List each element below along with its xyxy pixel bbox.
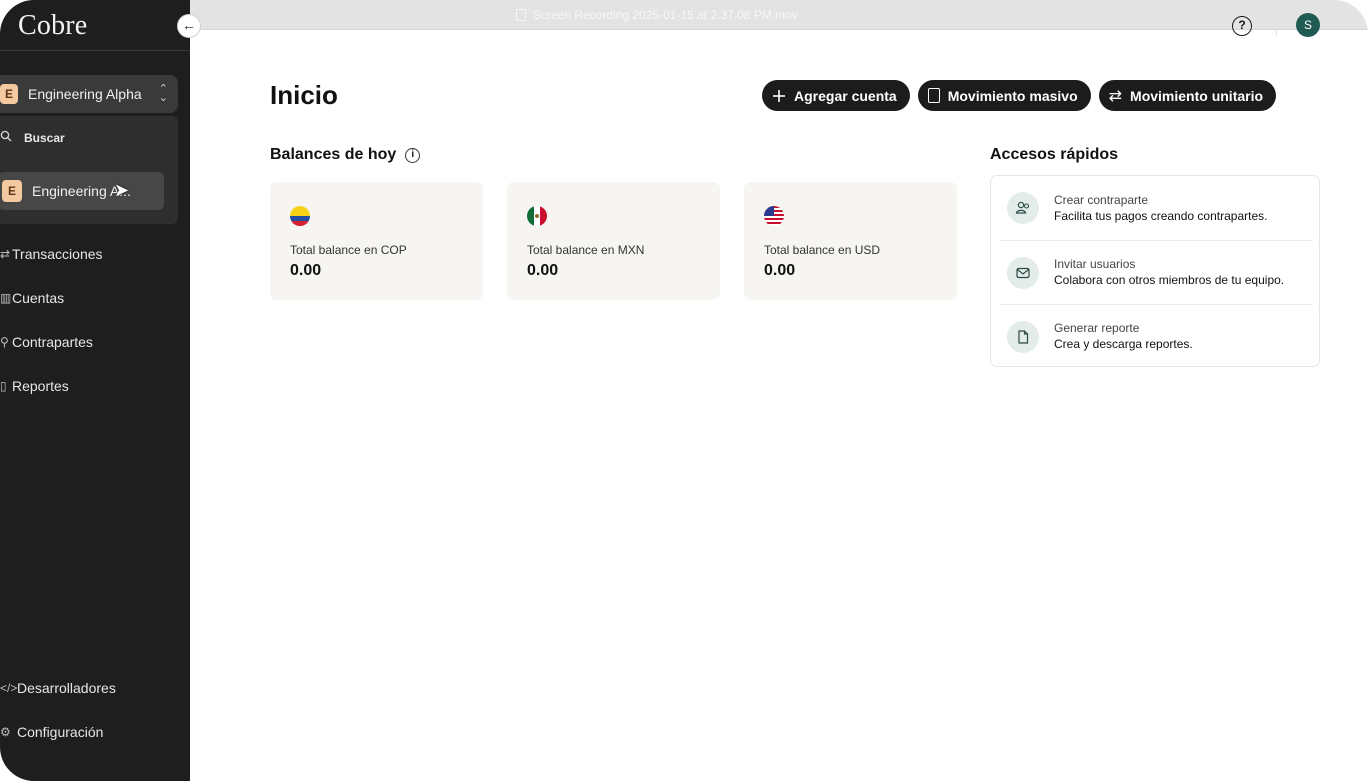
document-icon: [516, 9, 526, 21]
users-icon: ⚲: [0, 335, 9, 349]
balance-card-usd[interactable]: Total balance en USD 0.00: [744, 182, 957, 300]
workspace-badge: E: [0, 84, 18, 104]
balance-label: Total balance en USD: [764, 243, 881, 257]
quick-access-create-counterparty[interactable]: Crear contraparte Facilita tus pagos cre…: [999, 176, 1313, 240]
sidebar-nav: ⇄ Transacciones ▥ Cuentas ⚲ Contrapartes…: [0, 232, 190, 408]
single-movement-button[interactable]: ⇄ Movimiento unitario: [1098, 80, 1277, 111]
mouse-cursor-icon: ➤: [114, 180, 130, 200]
arrow-left-icon: ←: [182, 17, 196, 33]
sidebar: Cobre E Engineering Alpha ⌃ ⌄ Buscar E En…: [0, 0, 190, 781]
sidebar-item-configuracion[interactable]: ⚙ Configuración: [0, 710, 190, 754]
recording-title-bar: Screen Recording 2025-01-15 at 2.37.08 P…: [190, 0, 1368, 30]
arrows-icon: ⇄: [0, 247, 11, 261]
app-frame: Cobre E Engineering Alpha ⌃ ⌄ Buscar E En…: [0, 0, 1368, 781]
sidebar-item-label: Contrapartes: [12, 334, 93, 350]
brand-logo: Cobre: [18, 10, 88, 41]
add-account-button[interactable]: Agregar cuenta: [762, 80, 910, 111]
quick-access-invite-users[interactable]: Invitar usuarios Colabora con otros miem…: [999, 240, 1313, 304]
document-icon: [1007, 320, 1039, 353]
colombia-flag-icon: [290, 206, 310, 226]
bulk-movement-label: Movimiento masivo: [947, 87, 1078, 104]
sidebar-item-label: Cuentas: [12, 290, 65, 306]
quick-access-text: Invitar usuarios Colabora con otros miem…: [1054, 257, 1284, 288]
balance-value: 0.00: [764, 262, 796, 279]
balance-value: 0.00: [527, 262, 559, 279]
balance-value: 0.00: [290, 262, 322, 279]
balance-label: Total balance en MXN: [527, 243, 645, 257]
sidebar-item-label: Reportes: [12, 378, 69, 394]
sidebar-item-label: Transacciones: [12, 246, 103, 262]
add-account-label: Agregar cuenta: [794, 87, 897, 104]
plus-icon: [772, 89, 786, 103]
swap-icon: ⇄: [1108, 87, 1123, 105]
workspace-dropdown: Buscar E Engineering A...: [0, 116, 178, 224]
mail-icon: [1007, 256, 1039, 289]
quick-access-text: Crear contraparte Facilita tus pagos cre…: [1054, 193, 1267, 224]
sidebar-item-transacciones[interactable]: ⇄ Transacciones: [0, 232, 190, 276]
help-icon[interactable]: ?: [1232, 16, 1252, 36]
workspace-name: Engineering Alpha: [28, 86, 142, 102]
file-icon: [927, 88, 940, 103]
sidebar-item-cuentas[interactable]: ▥ Cuentas: [0, 276, 190, 320]
quick-access-panel: Crear contraparte Facilita tus pagos cre…: [990, 175, 1320, 367]
info-icon[interactable]: i: [405, 147, 421, 163]
quick-access-description: Crea y descarga reportes.: [1054, 337, 1193, 351]
workspace-search[interactable]: Buscar: [0, 130, 65, 145]
page-title: Inicio: [270, 80, 338, 110]
mexico-flag-icon: [527, 206, 547, 226]
recording-title-text: Screen Recording 2025-01-15 at 2.37.08 P…: [533, 8, 798, 22]
workspace-option-badge: E: [2, 180, 22, 202]
collapse-sidebar-button[interactable]: ←: [177, 14, 201, 38]
balance-card-mxn[interactable]: Total balance en MXN 0.00: [507, 182, 720, 300]
quick-access-name: Crear contraparte: [1054, 192, 1149, 207]
quick-access-title: Accesos rápidos: [990, 146, 1119, 163]
balances-title: Balances de hoy: [270, 146, 397, 163]
workspace-selector[interactable]: E Engineering Alpha ⌃ ⌄: [0, 75, 178, 113]
quick-access-text: Generar reporte Crea y descarga reportes…: [1054, 321, 1193, 352]
chevron-up-down-icon: ⌃ ⌄: [158, 83, 168, 104]
quick-access-name: Invitar usuarios: [1054, 257, 1136, 271]
usa-flag-icon: [764, 206, 784, 226]
user-plus-icon: [1007, 192, 1039, 224]
quick-access-description: Facilita tus pagos creando contrapartes.: [1054, 208, 1268, 223]
sidebar-item-reportes[interactable]: ▯ Reportes: [0, 364, 190, 408]
balance-card-cop[interactable]: Total balance en COP 0.00: [270, 182, 483, 300]
sidebar-item-label: Desarrolladores: [17, 680, 116, 696]
code-icon: </>: [0, 681, 17, 695]
balance-cards: Total balance en COP 0.00 Total balance …: [270, 182, 957, 300]
header-divider: [1276, 16, 1277, 36]
sidebar-item-contrapartes[interactable]: ⚲ Contrapartes: [0, 320, 190, 364]
search-icon: [0, 130, 14, 145]
brand-divider: [0, 50, 190, 51]
sidebar-nav-bottom: </> Desarrolladores ⚙ Configuración: [0, 666, 190, 754]
action-buttons: Agregar cuenta Movimiento masivo ⇄ Movim…: [762, 80, 1277, 111]
avatar[interactable]: S: [1296, 13, 1320, 37]
quick-access-name: Generar reporte: [1054, 321, 1140, 335]
quick-access-generate-report[interactable]: Generar reporte Crea y descarga reportes…: [999, 304, 1313, 368]
balance-label: Total balance en COP: [290, 243, 407, 257]
balances-heading: Balances de hoy i: [270, 146, 421, 164]
sidebar-item-label: Configuración: [17, 724, 104, 740]
recording-title: Screen Recording 2025-01-15 at 2.37.08 P…: [516, 8, 798, 22]
workspace-option[interactable]: E Engineering A...: [0, 172, 164, 210]
report-icon: ▯: [0, 379, 7, 393]
gear-icon: ⚙: [0, 725, 11, 739]
quick-access-description: Colabora con otros miembros de tu equipo…: [1054, 273, 1285, 287]
single-movement-label: Movimiento unitario: [1130, 87, 1264, 104]
search-label: Buscar: [24, 130, 65, 145]
bulk-movement-button[interactable]: Movimiento masivo: [917, 80, 1091, 111]
bank-icon: ▥: [0, 291, 12, 305]
sidebar-item-desarrolladores[interactable]: </> Desarrolladores: [0, 666, 190, 710]
